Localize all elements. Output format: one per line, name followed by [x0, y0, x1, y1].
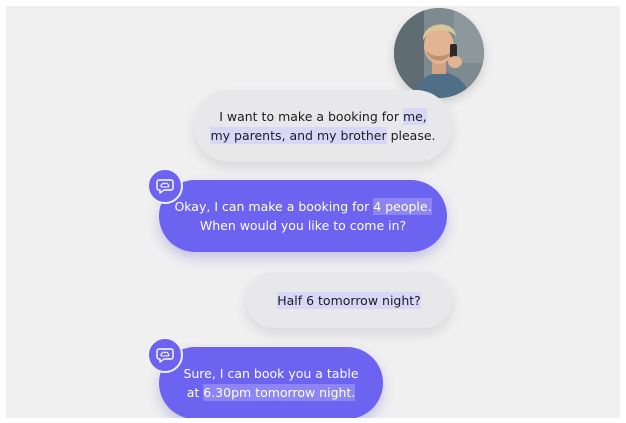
message-text-segment: When would you like to come in? [199, 218, 407, 233]
bot-message-bubble: Okay, I can make a booking for 4 people.… [159, 180, 447, 252]
message-text-segment: Sure, I can book you a table [183, 366, 359, 381]
highlighted-entity: my parents, and my brother [210, 127, 387, 144]
message-text-segment: at [186, 385, 204, 400]
highlighted-entity: 4 people. [373, 198, 432, 215]
message-text: I want to make a booking for me, my pare… [210, 107, 436, 145]
message-text: Half 6 tomorrow night? [277, 291, 421, 310]
message-text: Sure, I can book you a table at 6.30pm t… [183, 364, 359, 402]
highlighted-entity: me, [402, 108, 427, 125]
speech-bubble-brain-icon [156, 348, 174, 363]
user-avatar-photo [394, 8, 484, 98]
bot-message-bubble: Sure, I can book you a table at 6.30pm t… [159, 347, 383, 418]
message-text: Okay, I can make a booking for 4 people.… [174, 197, 432, 235]
message-text-segment: Okay, I can make a booking for [174, 199, 374, 214]
user-avatar [394, 8, 484, 98]
highlighted-entity: Half 6 tomorrow night? [277, 291, 421, 309]
user-message-bubble: Half 6 tomorrow night? [246, 272, 452, 328]
message-text-segment: I want to make a booking for [219, 109, 403, 124]
user-message-bubble: I want to make a booking for me, my pare… [194, 90, 452, 162]
bot-avatar [147, 168, 183, 204]
highlighted-entity: 6.30pm tomorrow night. [203, 384, 356, 401]
speech-bubble-brain-icon [156, 179, 174, 194]
chat-canvas: I want to make a booking for me, my pare… [6, 6, 620, 418]
bot-avatar [147, 337, 183, 373]
message-text-segment: please. [386, 128, 436, 143]
